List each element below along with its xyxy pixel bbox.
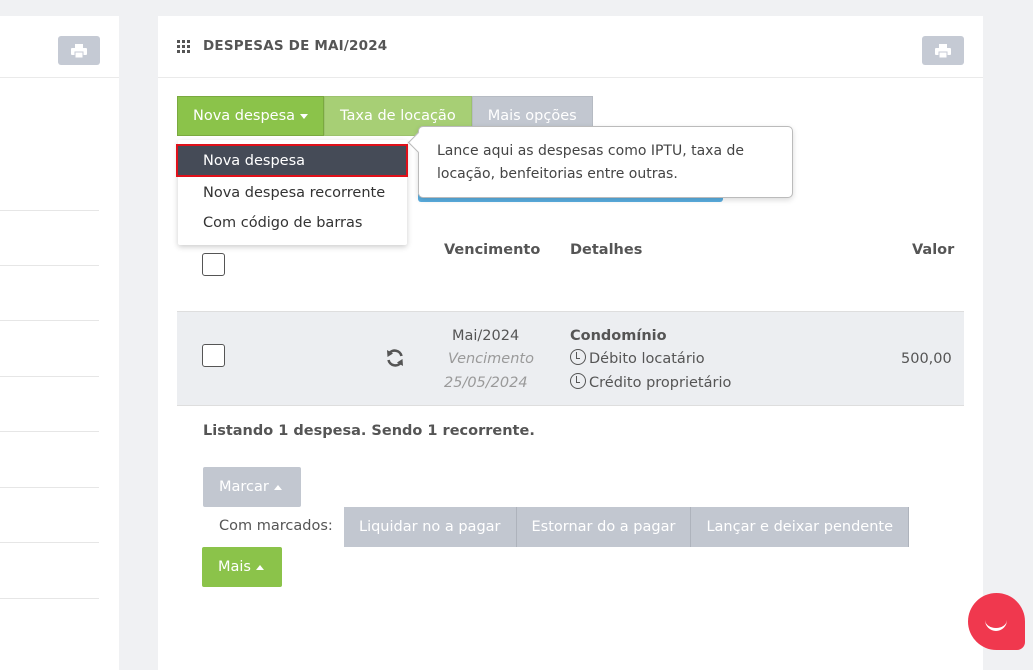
- caret-up-icon: [273, 484, 282, 490]
- nova-despesa-label: Nova despesa: [193, 108, 296, 124]
- print-button[interactable]: [922, 36, 964, 65]
- print-icon: [71, 43, 87, 58]
- row-credit-label: Crédito proprietário: [589, 375, 732, 391]
- dropdown-item-label: Com código de barras: [203, 215, 363, 231]
- dropdown-item-nova-despesa-recorrente[interactable]: Nova despesa recorrente: [178, 178, 407, 208]
- dropdown-item-label: Nova despesa recorrente: [203, 185, 386, 201]
- left-divider: [0, 431, 99, 432]
- clock-icon: [570, 349, 586, 365]
- with-marked-label: Com marcados:: [219, 518, 333, 534]
- page-title: DESPESAS DE MAI/2024: [203, 38, 388, 54]
- lancar-button[interactable]: Lançar e deixar pendente: [691, 507, 909, 547]
- left-divider: [0, 598, 99, 599]
- bulk-actions: Liquidar no a pagar Estornar do a pagar …: [344, 507, 909, 547]
- table-row[interactable]: Mai/2024 Vencimento 25/05/2024 Condomíni…: [177, 311, 964, 406]
- list-summary: Listando 1 despesa. Sendo 1 recorrente.: [203, 423, 535, 439]
- liquidar-label: Liquidar no a pagar: [359, 519, 501, 535]
- left-panel-header: [0, 16, 119, 78]
- marcar-label: Marcar: [219, 479, 269, 495]
- caret-up-icon: [255, 564, 264, 570]
- column-header-detalhes: Detalhes: [570, 242, 643, 258]
- left-divider: [0, 542, 99, 543]
- marcar-button[interactable]: Marcar: [203, 467, 301, 507]
- nova-despesa-button[interactable]: Nova despesa: [177, 96, 325, 136]
- clock-icon: [570, 373, 586, 389]
- estornar-label: Estornar do a pagar: [531, 519, 676, 535]
- column-header-valor: Valor: [912, 242, 955, 258]
- taxa-locacao-label: Taxa de locação: [340, 108, 456, 124]
- left-print-button[interactable]: [58, 36, 100, 65]
- left-divider: [0, 376, 99, 377]
- chat-icon[interactable]: [968, 593, 1025, 650]
- liquidar-button[interactable]: Liquidar no a pagar: [344, 507, 517, 547]
- card-header: DESPESAS DE MAI/2024: [158, 16, 983, 78]
- row-due-label: Vencimento: [448, 351, 534, 367]
- left-panel: [0, 16, 119, 670]
- tooltip-text: Lance aqui as despesas como IPTU, taxa d…: [437, 143, 744, 182]
- mais-button[interactable]: Mais: [202, 547, 282, 587]
- nova-despesa-dropdown: Nova despesa Nova despesa recorrente Com…: [176, 140, 408, 245]
- row-checkbox[interactable]: [202, 344, 225, 367]
- mais-label: Mais: [218, 559, 251, 575]
- mais-opcoes-label: Mais opções: [487, 108, 577, 124]
- left-divider: [0, 210, 99, 211]
- column-header-vencimento: Vencimento: [444, 242, 541, 258]
- row-credit: Crédito proprietário: [570, 372, 731, 396]
- dropdown-item-label: Nova despesa: [203, 152, 306, 169]
- dropdown-item-nova-despesa[interactable]: Nova despesa: [176, 144, 408, 177]
- caret-down-icon: [300, 113, 309, 119]
- expenses-card: DESPESAS DE MAI/2024 Nova despesa Taxa d…: [158, 16, 983, 670]
- dropdown-item-codigo-barras[interactable]: Com código de barras: [178, 208, 407, 238]
- left-divider: [0, 487, 99, 488]
- grid-icon: [177, 40, 190, 53]
- refresh-icon: [387, 349, 403, 367]
- estornar-button[interactable]: Estornar do a pagar: [516, 507, 692, 547]
- row-title: Condomínio: [570, 328, 667, 344]
- row-value: 500,00: [901, 351, 952, 367]
- row-debit: Débito locatário: [570, 348, 705, 372]
- left-divider: [0, 265, 99, 266]
- lancar-label: Lançar e deixar pendente: [706, 519, 893, 535]
- row-month: Mai/2024: [452, 328, 520, 344]
- select-all-checkbox[interactable]: [202, 253, 225, 276]
- tooltip: Lance aqui as despesas como IPTU, taxa d…: [418, 126, 793, 198]
- left-divider: [0, 320, 99, 321]
- print-icon: [935, 43, 951, 58]
- row-debit-label: Débito locatário: [589, 351, 705, 367]
- row-due-date: 25/05/2024: [444, 375, 528, 391]
